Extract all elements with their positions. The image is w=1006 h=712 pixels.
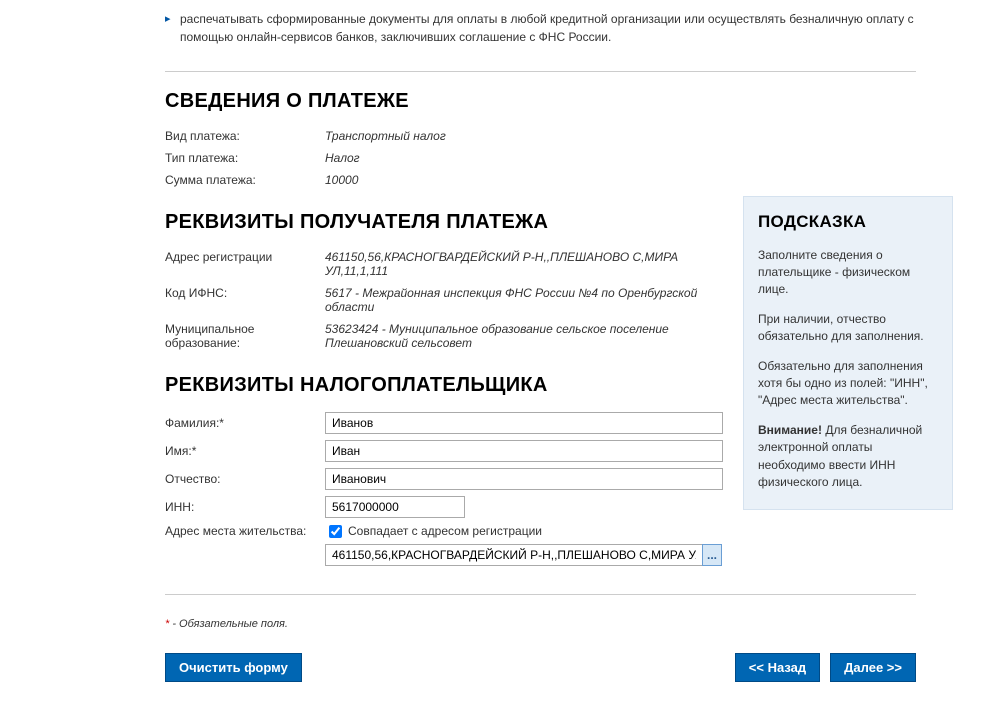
- hint-title: ПОДСКАЗКА: [758, 210, 938, 235]
- divider: [165, 71, 916, 72]
- required-note: * - Обязательные поля.: [165, 610, 916, 635]
- payment-kind-label: Тип платежа:: [165, 151, 325, 165]
- inn-input[interactable]: [325, 496, 465, 518]
- recipient-regaddr-value: 461150,56,КРАСНОГВАРДЕЙСКИЙ Р-Н,,ПЛЕШАНО…: [325, 250, 723, 278]
- section-payment-info-title: СВЕДЕНИЯ О ПЛАТЕЖЕ: [165, 90, 916, 113]
- recipient-regaddr-row: Адрес регистрации 461150,56,КРАСНОГВАРДЕ…: [165, 246, 723, 282]
- intro-bullet: ▸ распечатывать сформированные документы…: [165, 0, 916, 61]
- recipient-regaddr-label: Адрес регистрации: [165, 250, 325, 264]
- section-taxpayer-title: РЕКВИЗИТЫ НАЛОГОПЛАТЕЛЬЩИКА: [165, 374, 723, 397]
- hint-p1: Заполните сведения о плательщике - физич…: [758, 247, 938, 299]
- clear-form-button[interactable]: Очистить форму: [165, 653, 302, 682]
- inn-row: ИНН:: [165, 493, 723, 521]
- residence-addr-row: ...: [165, 541, 723, 569]
- middlename-row: Отчество:: [165, 465, 723, 493]
- same-as-reg-label: Совпадает с адресом регистрации: [348, 524, 542, 538]
- address-picker-button[interactable]: ...: [702, 544, 722, 566]
- payment-sum-row: Сумма платежа: 10000: [165, 169, 916, 191]
- lastname-row: Фамилия:*: [165, 409, 723, 437]
- recipient-muni-label: Муниципальное образование:: [165, 322, 325, 350]
- payment-type-value: Транспортный налог: [325, 129, 916, 143]
- same-as-reg-wrapper[interactable]: Совпадает с адресом регистрации: [329, 524, 542, 538]
- hint-p4: Внимание! Для безналичной электронной оп…: [758, 422, 938, 492]
- next-button[interactable]: Далее >>: [830, 653, 916, 682]
- hint-p2: При наличии, отчество обязательно для за…: [758, 311, 938, 346]
- inn-label: ИНН:: [165, 500, 325, 514]
- same-as-reg-checkbox[interactable]: [329, 525, 342, 538]
- back-button[interactable]: << Назад: [735, 653, 820, 682]
- lastname-label: Фамилия:*: [165, 416, 325, 430]
- residence-check-row: Адрес места жительства: Совпадает с адре…: [165, 521, 723, 541]
- divider-bottom: [165, 594, 916, 595]
- payment-type-label: Вид платежа:: [165, 129, 325, 143]
- middlename-input[interactable]: [325, 468, 723, 490]
- payment-sum-value: 10000: [325, 173, 916, 187]
- recipient-ifns-label: Код ИФНС:: [165, 286, 325, 300]
- hint-box: ПОДСКАЗКА Заполните сведения о плательщи…: [743, 196, 953, 510]
- hint-p3: Обязательно для заполнения хотя бы одно …: [758, 358, 938, 410]
- firstname-input[interactable]: [325, 440, 723, 462]
- payment-type-row: Вид платежа: Транспортный налог: [165, 125, 916, 147]
- bullet-icon: ▸: [165, 11, 171, 28]
- intro-bullet-text: распечатывать сформированные документы д…: [180, 12, 914, 44]
- recipient-ifns-row: Код ИФНС: 5617 - Межрайонная инспекция Ф…: [165, 282, 723, 318]
- firstname-row: Имя:*: [165, 437, 723, 465]
- recipient-muni-row: Муниципальное образование: 53623424 - Му…: [165, 318, 723, 354]
- recipient-ifns-value: 5617 - Межрайонная инспекция ФНС России …: [325, 286, 723, 314]
- recipient-muni-value: 53623424 - Муниципальное образование сел…: [325, 322, 723, 350]
- hint-p4-bold: Внимание!: [758, 423, 822, 437]
- firstname-label: Имя:*: [165, 444, 325, 458]
- residence-label: Адрес места жительства:: [165, 524, 325, 538]
- payment-kind-value: Налог: [325, 151, 916, 165]
- payment-sum-label: Сумма платежа:: [165, 173, 325, 187]
- middlename-label: Отчество:: [165, 472, 325, 486]
- payment-kind-row: Тип платежа: Налог: [165, 147, 916, 169]
- lastname-input[interactable]: [325, 412, 723, 434]
- residence-address-input[interactable]: [325, 544, 703, 566]
- section-recipient-title: РЕКВИЗИТЫ ПОЛУЧАТЕЛЯ ПЛАТЕЖА: [165, 211, 723, 234]
